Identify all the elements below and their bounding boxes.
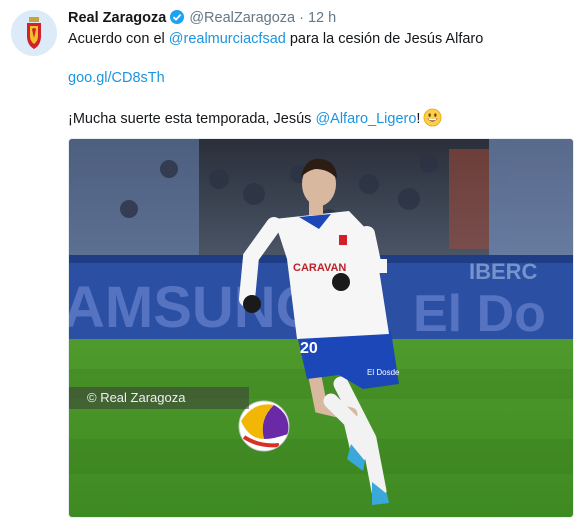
photo-watermark: © Real Zaragoza — [69, 387, 249, 409]
ad-board-text-right: El Do — [413, 285, 546, 343]
tweet[interactable]: Real Zaragoza @RealZaragoza · 12 h Acuerdo … — [0, 0, 583, 529]
tweet-photo[interactable]: AMSUNG El Do IBERC 20 El Dosde CARAVAN ©… — [68, 138, 574, 518]
shorts-sponsor: El Dosde — [367, 368, 400, 377]
ad-board-text-left: AMSUNG — [69, 275, 321, 340]
text-fragment: ! — [416, 111, 421, 127]
shirt-sponsor: CARAVAN — [293, 262, 346, 274]
short-url-link[interactable]: goo.gl/CD8sTh — [68, 70, 165, 86]
real-zaragoza-crest-icon — [11, 10, 57, 56]
display-name[interactable]: Real Zaragoza — [68, 10, 166, 26]
shorts-number: 20 — [300, 340, 318, 357]
avatar[interactable] — [11, 10, 57, 56]
tweet-line-3: ¡Mucha suerte esta temporada, Jesús @Alf… — [68, 108, 442, 132]
verified-badge-icon — [169, 9, 185, 30]
text-fragment: para la cesión de Jesús Alfaro — [285, 31, 484, 47]
mention-link[interactable]: @realmurciacfsad — [169, 31, 286, 47]
ad-board-text-top-right: IBERC — [469, 259, 538, 284]
tweet-line-2: goo.gl/CD8sTh — [68, 69, 165, 87]
tweet-line-1: Acuerdo con el @realmurciacfsad para la … — [68, 30, 483, 48]
separator-dot: · — [299, 10, 304, 26]
text-fragment: Acuerdo con el — [68, 31, 169, 47]
text-fragment: ¡Mucha suerte esta temporada, Jesús — [68, 111, 316, 127]
tweet-header: Real Zaragoza @RealZaragoza · 12 h — [68, 9, 336, 30]
user-handle[interactable]: @RealZaragoza — [189, 10, 295, 26]
grinning-face-icon — [423, 108, 442, 132]
timestamp[interactable]: 12 h — [308, 10, 336, 26]
football-photo: AMSUNG El Do IBERC 20 El Dosde CARAVAN — [69, 139, 573, 517]
mention-link[interactable]: @Alfaro_Ligero — [315, 111, 416, 127]
